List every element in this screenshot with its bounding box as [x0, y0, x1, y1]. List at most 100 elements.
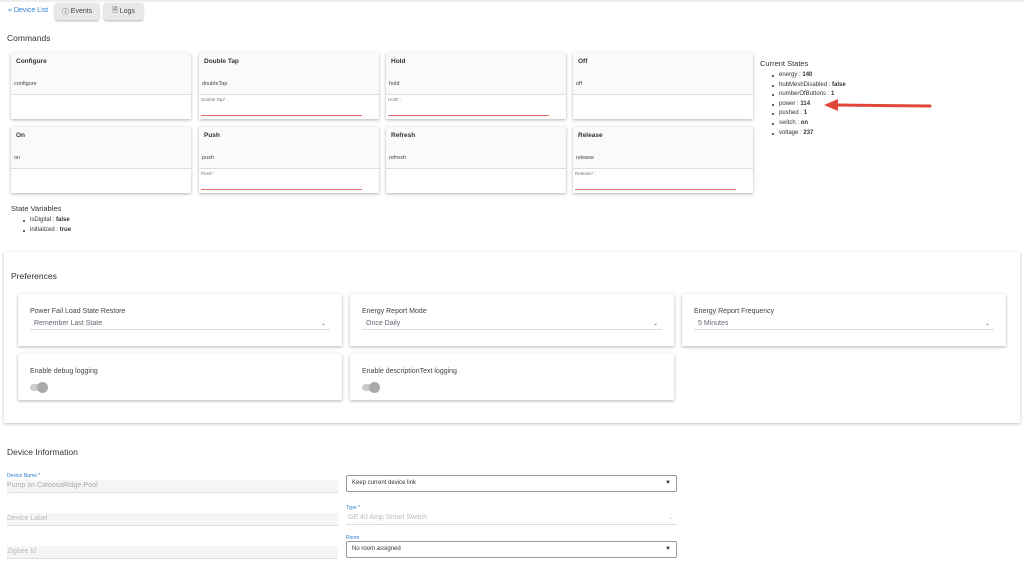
state-key: numberOfButtons — [779, 91, 827, 98]
state-item: isDigital : false — [22, 217, 71, 227]
command-param-label: Hold* : — [388, 97, 402, 102]
red-arrow-head — [824, 99, 838, 111]
state-value: false — [56, 217, 70, 223]
command-on-button[interactable]: On on — [11, 127, 191, 169]
preference-label: Energy Report Frequency — [694, 308, 775, 315]
state-key: switch — [779, 119, 796, 126]
state-key: pushed — [779, 110, 799, 117]
command-param-input[interactable] — [388, 115, 549, 116]
toggle-switch[interactable] — [30, 382, 48, 393]
command-doubleTap-button[interactable]: Double Tap doubleTap — [199, 53, 379, 95]
caret-down-icon: ▼ — [665, 480, 671, 486]
state-key: energy — [779, 72, 798, 78]
command-name: release — [576, 155, 595, 161]
state-variables-list: isDigital : false initialized : true — [22, 217, 71, 236]
chevron-down-icon: ⌄ — [320, 321, 326, 327]
device-name-input[interactable]: Pump on CatoosaRidge-Pool — [7, 480, 338, 493]
red-arrow-annotation — [824, 99, 932, 111]
command-name: push — [202, 155, 214, 161]
device-name-label: Device Name * — [7, 473, 41, 479]
preference-card: Energy Report Frequency 5 Minutes ⌄ — [682, 294, 1006, 346]
command-push-button[interactable]: Push push — [199, 127, 379, 169]
state-value: on — [800, 119, 809, 126]
preference-card: Energy Report Mode Once Daily ⌄ — [350, 294, 674, 346]
command-title: Off — [578, 58, 588, 65]
command-card-on: On on — [11, 127, 191, 193]
preference-card: Power Fail Load State Restore Remember L… — [18, 294, 342, 346]
command-name: off — [576, 81, 583, 87]
command-param-input[interactable] — [201, 189, 362, 190]
preference-card: Enable debug logging — [18, 354, 342, 400]
command-card-release: Release release Release* : — [573, 127, 753, 193]
preference-card: Enable descriptionText logging — [350, 354, 674, 400]
command-param-label: Release* : — [575, 171, 596, 176]
toggle-switch[interactable] — [362, 382, 380, 393]
state-key: isDigital — [30, 217, 52, 223]
logs-button[interactable]: 🗎 Logs — [104, 3, 143, 20]
command-title: Refresh — [391, 132, 416, 139]
command-title: Configure — [16, 58, 47, 65]
preference-value: 5 Minutes — [698, 320, 729, 327]
state-value: true — [59, 226, 72, 233]
command-release-button[interactable]: Release release — [573, 127, 753, 169]
events-button[interactable]: ⓘ Events — [55, 3, 99, 20]
state-value: 1 — [831, 91, 835, 98]
command-param-input[interactable] — [575, 189, 736, 190]
state-value: 1 — [803, 110, 808, 117]
command-name: hold — [389, 81, 400, 87]
command-name: doubleTap — [202, 81, 228, 87]
chevron-down-icon: ⌄ — [667, 515, 673, 521]
device-list-link[interactable]: « Device List — [8, 7, 48, 14]
command-refresh-button[interactable]: Refresh refresh — [386, 127, 566, 169]
command-card-push: Push push Push* : — [199, 127, 379, 193]
preference-select[interactable]: 5 Minutes ⌄ — [694, 319, 994, 330]
state-key: hubMeshDisabled — [779, 81, 828, 88]
type-label: Type * — [346, 505, 361, 511]
command-title: Release — [578, 132, 603, 139]
preferences-title: Preferences — [11, 271, 57, 281]
command-card-off: Off off — [573, 53, 753, 119]
command-name: configure — [14, 81, 37, 87]
type-value: GE 40 Amp Smart Switch — [348, 514, 427, 521]
state-variables-title: State Variables — [11, 204, 62, 213]
chevron-down-icon: ⌄ — [652, 321, 658, 327]
command-title: Push — [204, 132, 220, 139]
command-hold-button[interactable]: Hold hold — [386, 53, 566, 95]
room-value: No room assigned — [352, 546, 401, 552]
toggle-label: Enable descriptionText logging — [362, 368, 457, 375]
state-item: voltage : 237 — [771, 130, 846, 140]
document-icon: 🗎 — [112, 7, 118, 14]
zigbee-id-input[interactable]: Zigbee Id — [7, 546, 338, 559]
device-label-input[interactable]: Device Label — [7, 513, 338, 526]
info-circle-icon: ⓘ — [61, 8, 69, 16]
preference-value: Remember Last State — [34, 320, 103, 327]
preference-select[interactable]: Once Daily ⌄ — [362, 319, 662, 330]
red-arrow-shaft — [834, 103, 932, 108]
preference-label: Power Fail Load State Restore — [30, 308, 126, 315]
command-configure-button[interactable]: Configure configure — [11, 53, 191, 95]
state-item: initialized : true — [22, 227, 71, 237]
device-information-title: Device Information — [7, 447, 78, 457]
command-name: refresh — [389, 155, 407, 161]
device-link-value: Keep current device link — [352, 480, 417, 486]
type-select[interactable]: GE 40 Amp Smart Switch ⌄ — [346, 512, 677, 525]
current-states-title: Current States — [760, 59, 809, 68]
state-value: false — [832, 81, 846, 88]
preferences-panel: Preferences Power Fail Load State Restor… — [4, 252, 1020, 423]
command-param-input[interactable] — [201, 115, 362, 116]
state-item: hubMeshDisabled : false — [771, 82, 846, 92]
room-select[interactable]: No room assigned ▼ — [346, 541, 677, 558]
preference-select[interactable]: Remember Last State ⌄ — [30, 319, 330, 330]
state-key: voltage — [779, 129, 799, 136]
command-off-button[interactable]: Off off — [573, 53, 753, 95]
command-card-configure: Configure configure — [11, 53, 191, 119]
state-key: initialized — [30, 226, 55, 233]
command-card-hold: Hold hold Hold* : — [386, 53, 566, 119]
command-card-refresh: Refresh refresh — [386, 127, 566, 193]
command-param-label: Push* : — [201, 171, 216, 176]
events-label: Events — [70, 8, 93, 15]
state-value: 114 — [800, 100, 811, 107]
command-param-label: Double Tap* : — [201, 97, 228, 102]
chevron-down-icon: ⌄ — [984, 321, 990, 327]
device-link-select[interactable]: Keep current device link ▼ — [346, 475, 677, 492]
